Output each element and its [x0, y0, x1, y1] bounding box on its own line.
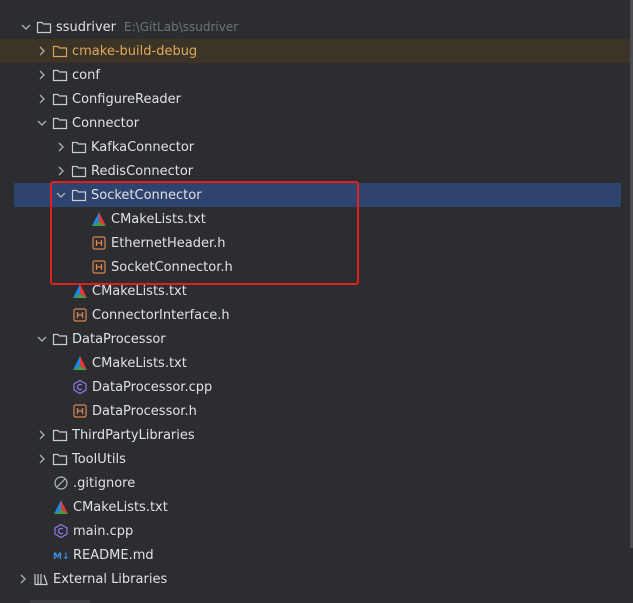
- tree-item-label: main.cpp: [73, 523, 134, 539]
- cmake-icon: [53, 499, 69, 515]
- folder-icon: [52, 331, 68, 347]
- header-file-icon: [72, 403, 88, 419]
- folder-icon: [36, 19, 52, 35]
- folder-icon: [71, 139, 87, 155]
- tree-row-socket-connector-h[interactable]: SocketConnector.h: [0, 255, 633, 279]
- tree-item-label: EthernetHeader.h: [111, 235, 226, 251]
- tree-row-connector-cmakelists[interactable]: CMakeLists.txt: [0, 279, 633, 303]
- tree-row-readme[interactable]: README.md: [0, 543, 633, 567]
- header-file-icon: [91, 235, 107, 251]
- library-icon: [33, 571, 49, 587]
- chevron-right-icon[interactable]: [53, 163, 69, 179]
- chevron-down-icon[interactable]: [34, 115, 50, 131]
- tree-item-label: DataProcessor: [72, 331, 166, 347]
- tree-row-connector-interface[interactable]: ConnectorInterface.h: [0, 303, 633, 327]
- tree-item-label: .gitignore: [73, 475, 136, 491]
- folder-icon: [52, 427, 68, 443]
- tree-row-third-party[interactable]: ThirdPartyLibraries: [0, 423, 633, 447]
- tree-row-redis-connector[interactable]: RedisConnector: [0, 159, 633, 183]
- tree-item-label: DataProcessor.h: [92, 403, 197, 419]
- folder-icon: [52, 67, 68, 83]
- tree-row-kafka-connector[interactable]: KafkaConnector: [0, 135, 633, 159]
- header-file-icon: [72, 307, 88, 323]
- folder-icon: [52, 91, 68, 107]
- tree-row-cmake-build-debug[interactable]: cmake-build-debug: [0, 39, 633, 63]
- chevron-right-icon[interactable]: [34, 427, 50, 443]
- tree-item-label: conf: [72, 67, 100, 83]
- tree-item-label: CMakeLists.txt: [92, 283, 187, 299]
- folder-icon: [71, 163, 87, 179]
- tree-row-socket-connector[interactable]: SocketConnector: [14, 183, 621, 207]
- folder-icon: [52, 451, 68, 467]
- chevron-right-icon[interactable]: [15, 571, 31, 587]
- tree-row-configure-reader[interactable]: ConfigureReader: [0, 87, 633, 111]
- tree-row-root-cmakelists[interactable]: CMakeLists.txt: [0, 495, 633, 519]
- folder-icon: [71, 187, 87, 203]
- tree-row-dp-h[interactable]: DataProcessor.h: [0, 399, 633, 423]
- cpp-file-icon: [53, 523, 69, 539]
- chevron-right-icon[interactable]: [53, 139, 69, 155]
- tree-item-label: Connector: [72, 115, 140, 131]
- tree-row-tool-utils[interactable]: ToolUtils: [0, 447, 633, 471]
- folder-icon: [52, 43, 68, 59]
- chevron-right-icon[interactable]: [34, 43, 50, 59]
- header-file-icon: [91, 259, 107, 275]
- chevron-right-icon[interactable]: [34, 91, 50, 107]
- tree-item-label: KafkaConnector: [91, 139, 195, 155]
- tree-item-label: SocketConnector.h: [111, 259, 233, 275]
- chevron-down-icon[interactable]: [53, 187, 69, 203]
- chevron-down-icon[interactable]: [34, 331, 50, 347]
- tree-row-ethernet-header[interactable]: EthernetHeader.h: [0, 231, 633, 255]
- tree-item-label: RedisConnector: [91, 163, 194, 179]
- chevron-down-icon[interactable]: [18, 19, 34, 35]
- tree-row-gitignore[interactable]: .gitignore: [0, 471, 633, 495]
- tree-item-label: CMakeLists.txt: [111, 211, 206, 227]
- tree-item-label: External Libraries: [53, 571, 168, 587]
- folder-icon: [52, 115, 68, 131]
- cmake-icon: [72, 355, 88, 371]
- project-path: E:\GitLab\ssudriver: [124, 20, 239, 34]
- tree-item-label: DataProcessor.cpp: [92, 379, 213, 395]
- tree-item-label: README.md: [73, 547, 154, 563]
- tree-row-main-cpp[interactable]: main.cpp: [0, 519, 633, 543]
- tree-row-dp-cpp[interactable]: DataProcessor.cpp: [0, 375, 633, 399]
- cmake-icon: [72, 283, 88, 299]
- tree-row-connector[interactable]: Connector: [0, 111, 633, 135]
- tree-row-data-processor[interactable]: DataProcessor: [0, 327, 633, 351]
- cpp-file-icon: [72, 379, 88, 395]
- tree-row-conf[interactable]: conf: [0, 63, 633, 87]
- ignore-file-icon: [53, 475, 69, 491]
- tree-item-label: CMakeLists.txt: [73, 499, 168, 515]
- tree-item-label: ThirdPartyLibraries: [72, 427, 195, 443]
- tree-row-external-libraries[interactable]: External Libraries: [0, 567, 633, 591]
- tree-item-label: cmake-build-debug: [72, 43, 198, 59]
- tree-item-label: ssudriver: [56, 19, 117, 35]
- chevron-right-icon[interactable]: [34, 67, 50, 83]
- cmake-icon: [91, 211, 107, 227]
- tree-row-root[interactable]: ssudriver E:\GitLab\ssudriver: [0, 15, 633, 39]
- tree-item-label: ToolUtils: [72, 451, 126, 467]
- tree-item-label: SocketConnector: [91, 187, 202, 203]
- tree-item-label: ConnectorInterface.h: [92, 307, 230, 323]
- tree-row-socket-cmakelists[interactable]: CMakeLists.txt: [0, 207, 633, 231]
- tree-row-dp-cmakelists[interactable]: CMakeLists.txt: [0, 351, 633, 375]
- markdown-icon: [53, 547, 69, 563]
- tree-item-label: CMakeLists.txt: [92, 355, 187, 371]
- chevron-right-icon[interactable]: [34, 451, 50, 467]
- tree-item-label: ConfigureReader: [72, 91, 182, 107]
